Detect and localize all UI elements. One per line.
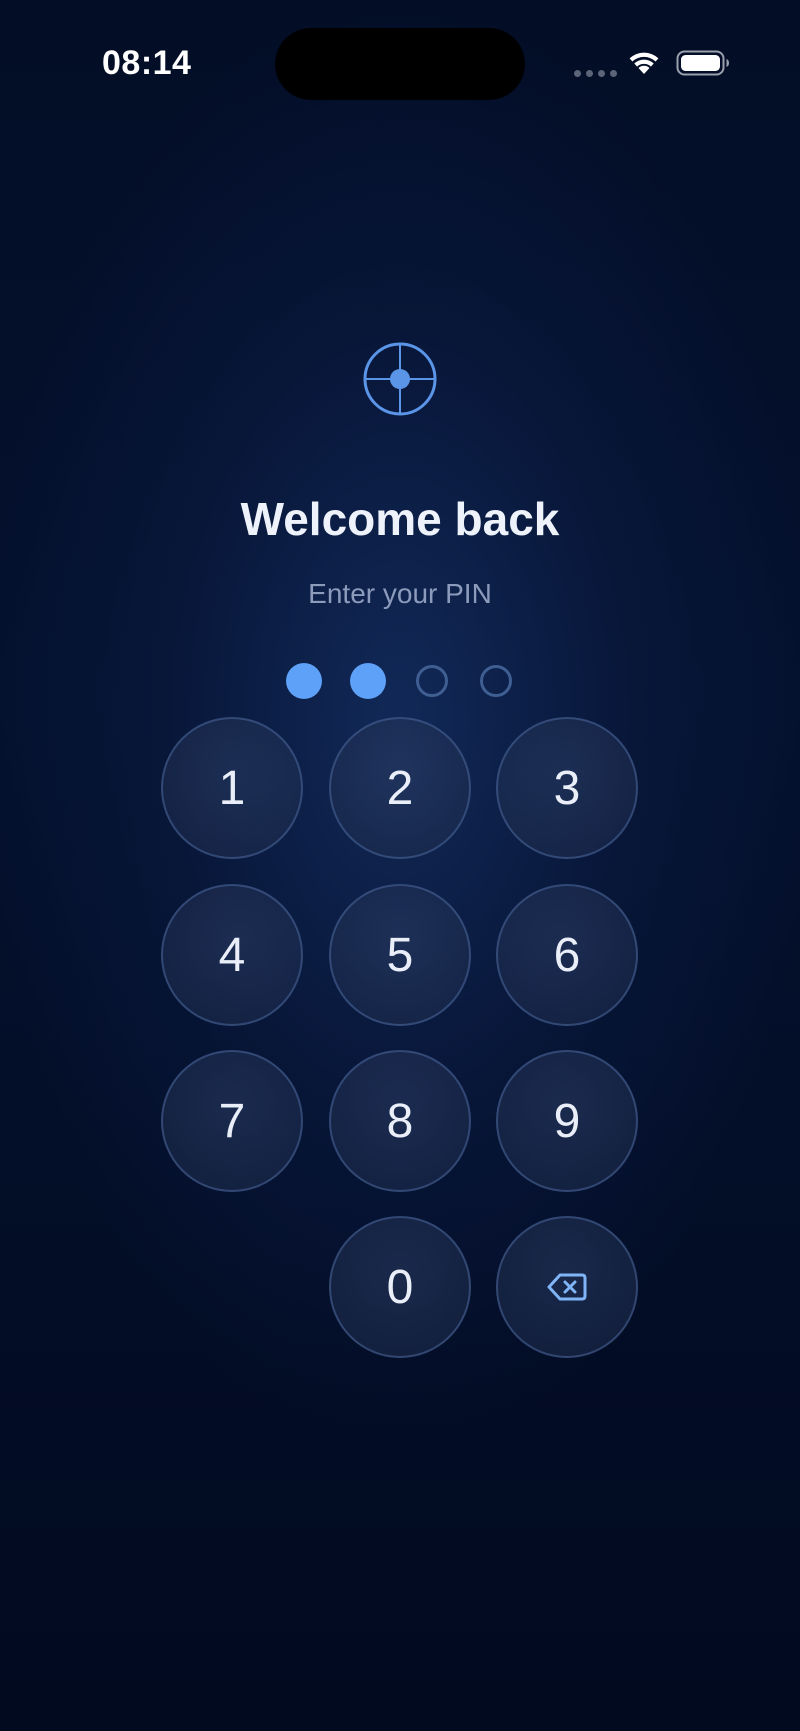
keypad-key-2[interactable]: 2 (329, 717, 471, 859)
keypad-key-5[interactable]: 5 (329, 884, 471, 1026)
battery-icon (676, 50, 729, 76)
keypad-key-3[interactable]: 3 (496, 717, 638, 859)
crosshair-icon (363, 342, 437, 416)
wifi-icon (629, 52, 659, 74)
keypad-key-7[interactable]: 7 (161, 1050, 303, 1192)
pin-dot (286, 663, 322, 699)
keypad-key-0[interactable]: 0 (329, 1216, 471, 1358)
keypad-key-4[interactable]: 4 (161, 884, 303, 1026)
signal-icon (574, 70, 617, 77)
page-title: Welcome back (240, 493, 560, 545)
pin-dot (416, 665, 448, 697)
dynamic-island (275, 28, 525, 100)
pin-dot (350, 663, 386, 699)
page-subtitle: Enter your PIN (308, 578, 492, 609)
pin-dot (480, 665, 512, 697)
delete-button[interactable] (496, 1216, 638, 1358)
status-time: 08:14 (102, 44, 192, 82)
pin-indicator (286, 663, 514, 699)
keypad-key-9[interactable]: 9 (496, 1050, 638, 1192)
keypad-key-6[interactable]: 6 (496, 884, 638, 1026)
lock-screen: 08:14 Welcome back Enter your PIN 1 2 3 … (0, 0, 800, 1731)
keypad-key-8[interactable]: 8 (329, 1050, 471, 1192)
keypad-key-1[interactable]: 1 (161, 717, 303, 859)
backspace-icon (547, 1273, 587, 1301)
